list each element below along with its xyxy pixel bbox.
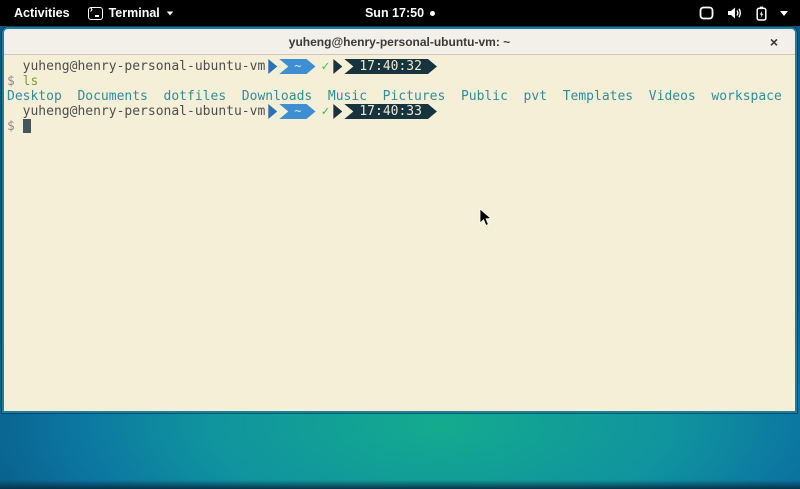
prompt-line-1: yuheng@henry-personal-ubuntu-vm ~ ✓ 17:4… <box>7 59 792 74</box>
command-text: ls <box>23 74 39 89</box>
time-segment: 17:40:32 <box>344 59 437 74</box>
terminal-icon <box>88 7 103 20</box>
chevron-down-icon <box>167 11 173 15</box>
terminal-window: yuheng@henry-personal-ubuntu-vm: ~ × yuh… <box>2 27 797 413</box>
prompt-line-2: yuheng@henry-personal-ubuntu-vm ~ ✓ 17:4… <box>7 104 792 119</box>
status-check-icon: ✓ <box>322 59 330 74</box>
activities-button[interactable]: Activities <box>10 6 74 20</box>
powerline-arrow-icon <box>333 59 342 74</box>
screen-icon <box>699 6 714 20</box>
system-status-menu[interactable] <box>699 0 800 26</box>
status-check-icon: ✓ <box>322 104 330 119</box>
cwd-segment: ~ <box>279 59 315 74</box>
prompt-symbol: $ <box>7 74 15 89</box>
command-line-1: $ ls <box>7 74 792 89</box>
ls-output-line: Desktop Documents dotfiles Downloads Mus… <box>7 89 792 104</box>
cwd-segment: ~ <box>279 104 315 119</box>
clock-label: Sun 17:50 <box>365 6 424 20</box>
close-button[interactable]: × <box>765 33 783 51</box>
terminal-cursor <box>23 119 31 133</box>
top-bar-left: Activities Terminal <box>0 6 174 20</box>
prompt-user: yuheng@henry-personal-ubuntu-vm <box>7 104 265 119</box>
command-line-2: $ <box>7 119 792 134</box>
terminal-content[interactable]: yuheng@henry-personal-ubuntu-vm ~ ✓ 17:4… <box>4 55 795 138</box>
battery-charging-icon <box>756 6 767 21</box>
window-title: yuheng@henry-personal-ubuntu-vm: ~ <box>289 35 510 49</box>
mouse-cursor <box>479 208 492 227</box>
top-bar: Activities Terminal Sun 17:50 <box>0 0 800 26</box>
clock-button[interactable]: Sun 17:50 <box>365 0 435 26</box>
notification-dot-icon <box>430 11 435 16</box>
chevron-down-icon <box>780 11 788 16</box>
prompt-user: yuheng@henry-personal-ubuntu-vm <box>7 59 265 74</box>
time-segment: 17:40:33 <box>344 104 437 119</box>
powerline-arrow-icon <box>268 59 277 74</box>
prompt-symbol: $ <box>7 119 15 134</box>
window-titlebar[interactable]: yuheng@henry-personal-ubuntu-vm: ~ × <box>4 29 795 55</box>
app-menu-terminal[interactable]: Terminal <box>88 6 174 20</box>
powerline-arrow-icon <box>268 104 277 119</box>
powerline-arrow-icon <box>333 104 342 119</box>
app-menu-label: Terminal <box>109 6 160 20</box>
volume-icon <box>727 6 743 20</box>
